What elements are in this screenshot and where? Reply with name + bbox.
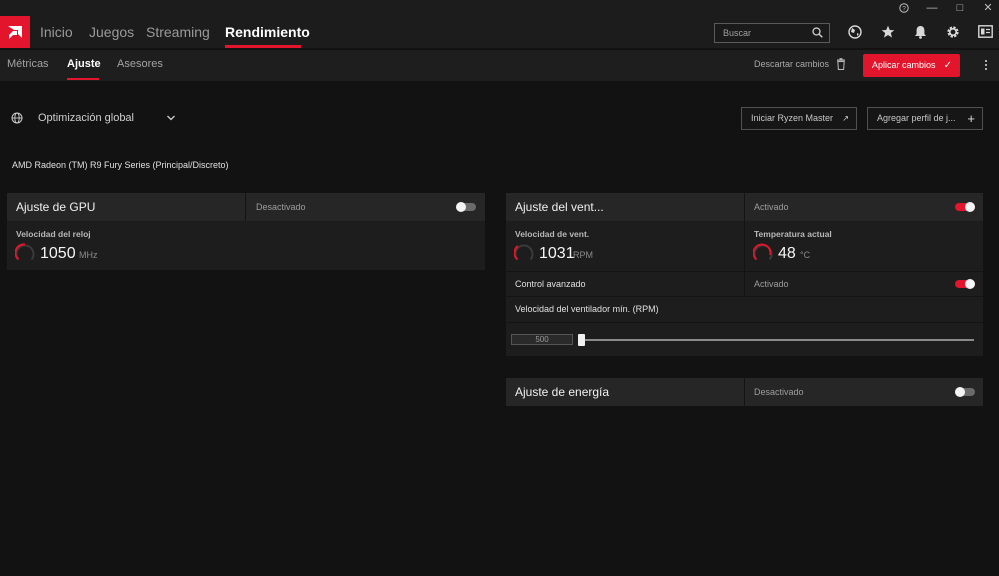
divider [245, 193, 246, 221]
fan-tuning-title: Ajuste del vent... [515, 200, 604, 214]
toggle-knob [456, 202, 466, 212]
minimize-icon: — [926, 2, 938, 14]
svg-text:?: ? [902, 6, 906, 13]
fan-speed-gauge-icon [514, 244, 534, 261]
tab-active-indicator [67, 78, 99, 80]
tab-metricas[interactable]: Métricas [7, 50, 49, 79]
toggle-knob [965, 279, 975, 289]
help-icon: ? [899, 3, 909, 13]
profile-dropdown[interactable]: Optimización global [38, 112, 134, 124]
min-fan-speed-label: Velocidad del ventilador mín. (RPM) [515, 304, 659, 314]
gear-icon[interactable] [946, 25, 960, 39]
globe-icon[interactable] [848, 25, 862, 39]
power-tuning-title: Ajuste de energía [515, 385, 610, 399]
check-icon: ✓ [943, 60, 952, 71]
gpu-tuning-title: Ajuste de GPU [16, 200, 96, 214]
fan-tuning-state: Activado [754, 202, 789, 212]
title-bar [0, 0, 999, 16]
help-button[interactable]: ? [890, 0, 918, 16]
search-icon[interactable] [812, 27, 823, 38]
amd-logo-icon [8, 26, 22, 39]
toggle-knob [965, 202, 975, 212]
advanced-control-label: Control avanzado [515, 279, 586, 289]
fan-speed-unit: RPM [573, 250, 593, 260]
current-temperature-label: Temperatura actual [754, 229, 832, 239]
add-game-profile-button[interactable]: Agregar perfil de j... + [867, 107, 983, 130]
bell-icon[interactable] [914, 25, 927, 39]
nav-juegos[interactable]: Juegos [89, 16, 134, 48]
more-options-icon[interactable] [981, 58, 991, 72]
min-fan-speed-slider-track[interactable] [582, 339, 974, 341]
clock-speed-unit: MHz [79, 250, 98, 260]
apply-changes-button[interactable]: Aplicar cambios ✓ [863, 54, 960, 77]
trash-icon[interactable] [836, 58, 846, 70]
current-temperature-unit: °C [800, 250, 811, 260]
gpu-tuning-state: Desactivado [256, 202, 306, 212]
min-fan-speed-slider-thumb[interactable] [578, 334, 585, 346]
clock-speed-label: Velocidad del reloj [16, 229, 91, 239]
maximize-icon: □ [956, 2, 964, 14]
divider [744, 193, 745, 271]
device-name: AMD Radeon (TM) R9 Fury Series (Principa… [12, 160, 229, 170]
minimize-button[interactable]: — [918, 0, 946, 16]
add-game-profile-label: Agregar perfil de j... [877, 113, 956, 123]
global-profile-icon [11, 112, 23, 124]
close-icon: ✕ [983, 2, 993, 14]
plus-icon: + [967, 111, 975, 126]
divider [506, 322, 983, 323]
layout-icon[interactable] [978, 25, 993, 38]
divider [506, 296, 983, 297]
apply-changes-label: Aplicar cambios [872, 60, 936, 70]
maximize-button[interactable]: □ [946, 0, 974, 16]
clock-speed-value: 1050 [40, 245, 76, 262]
power-tuning-state: Desactivado [754, 387, 804, 397]
star-icon[interactable] [881, 25, 895, 39]
clock-gauge-icon [15, 243, 35, 261]
launch-ryzen-master-button[interactable]: Iniciar Ryzen Master ↗ [741, 107, 857, 130]
close-button[interactable]: ✕ [974, 0, 999, 16]
advanced-control-state: Activado [754, 279, 789, 289]
temperature-gauge-icon [753, 243, 773, 261]
fan-speed-value: 1031 [539, 245, 575, 262]
gpu-tuning-toggle[interactable] [456, 202, 476, 212]
power-tuning-toggle[interactable] [955, 387, 975, 397]
nav-active-indicator [225, 45, 301, 48]
divider [744, 272, 745, 296]
amd-logo[interactable] [0, 16, 30, 48]
advanced-control-toggle[interactable] [955, 279, 975, 289]
tab-asesores[interactable]: Asesores [117, 50, 163, 79]
toggle-knob [955, 387, 965, 397]
discard-changes-button[interactable]: Descartar cambios [754, 59, 829, 69]
divider [744, 378, 745, 406]
current-temperature-value: 48 [778, 245, 796, 262]
tab-ajuste[interactable]: Ajuste [67, 50, 101, 79]
min-fan-speed-input[interactable]: 500 [511, 334, 573, 345]
fan-tuning-toggle[interactable] [955, 202, 975, 212]
nav-streaming[interactable]: Streaming [146, 16, 210, 48]
nav-rendimiento[interactable]: Rendimiento [225, 16, 310, 48]
launch-ryzen-master-label: Iniciar Ryzen Master [751, 113, 834, 123]
external-link-icon: ↗ [842, 114, 849, 123]
fan-speed-label: Velocidad de vent. [515, 229, 590, 239]
chevron-down-icon[interactable] [166, 113, 176, 123]
nav-inicio[interactable]: Inicio [40, 16, 73, 48]
